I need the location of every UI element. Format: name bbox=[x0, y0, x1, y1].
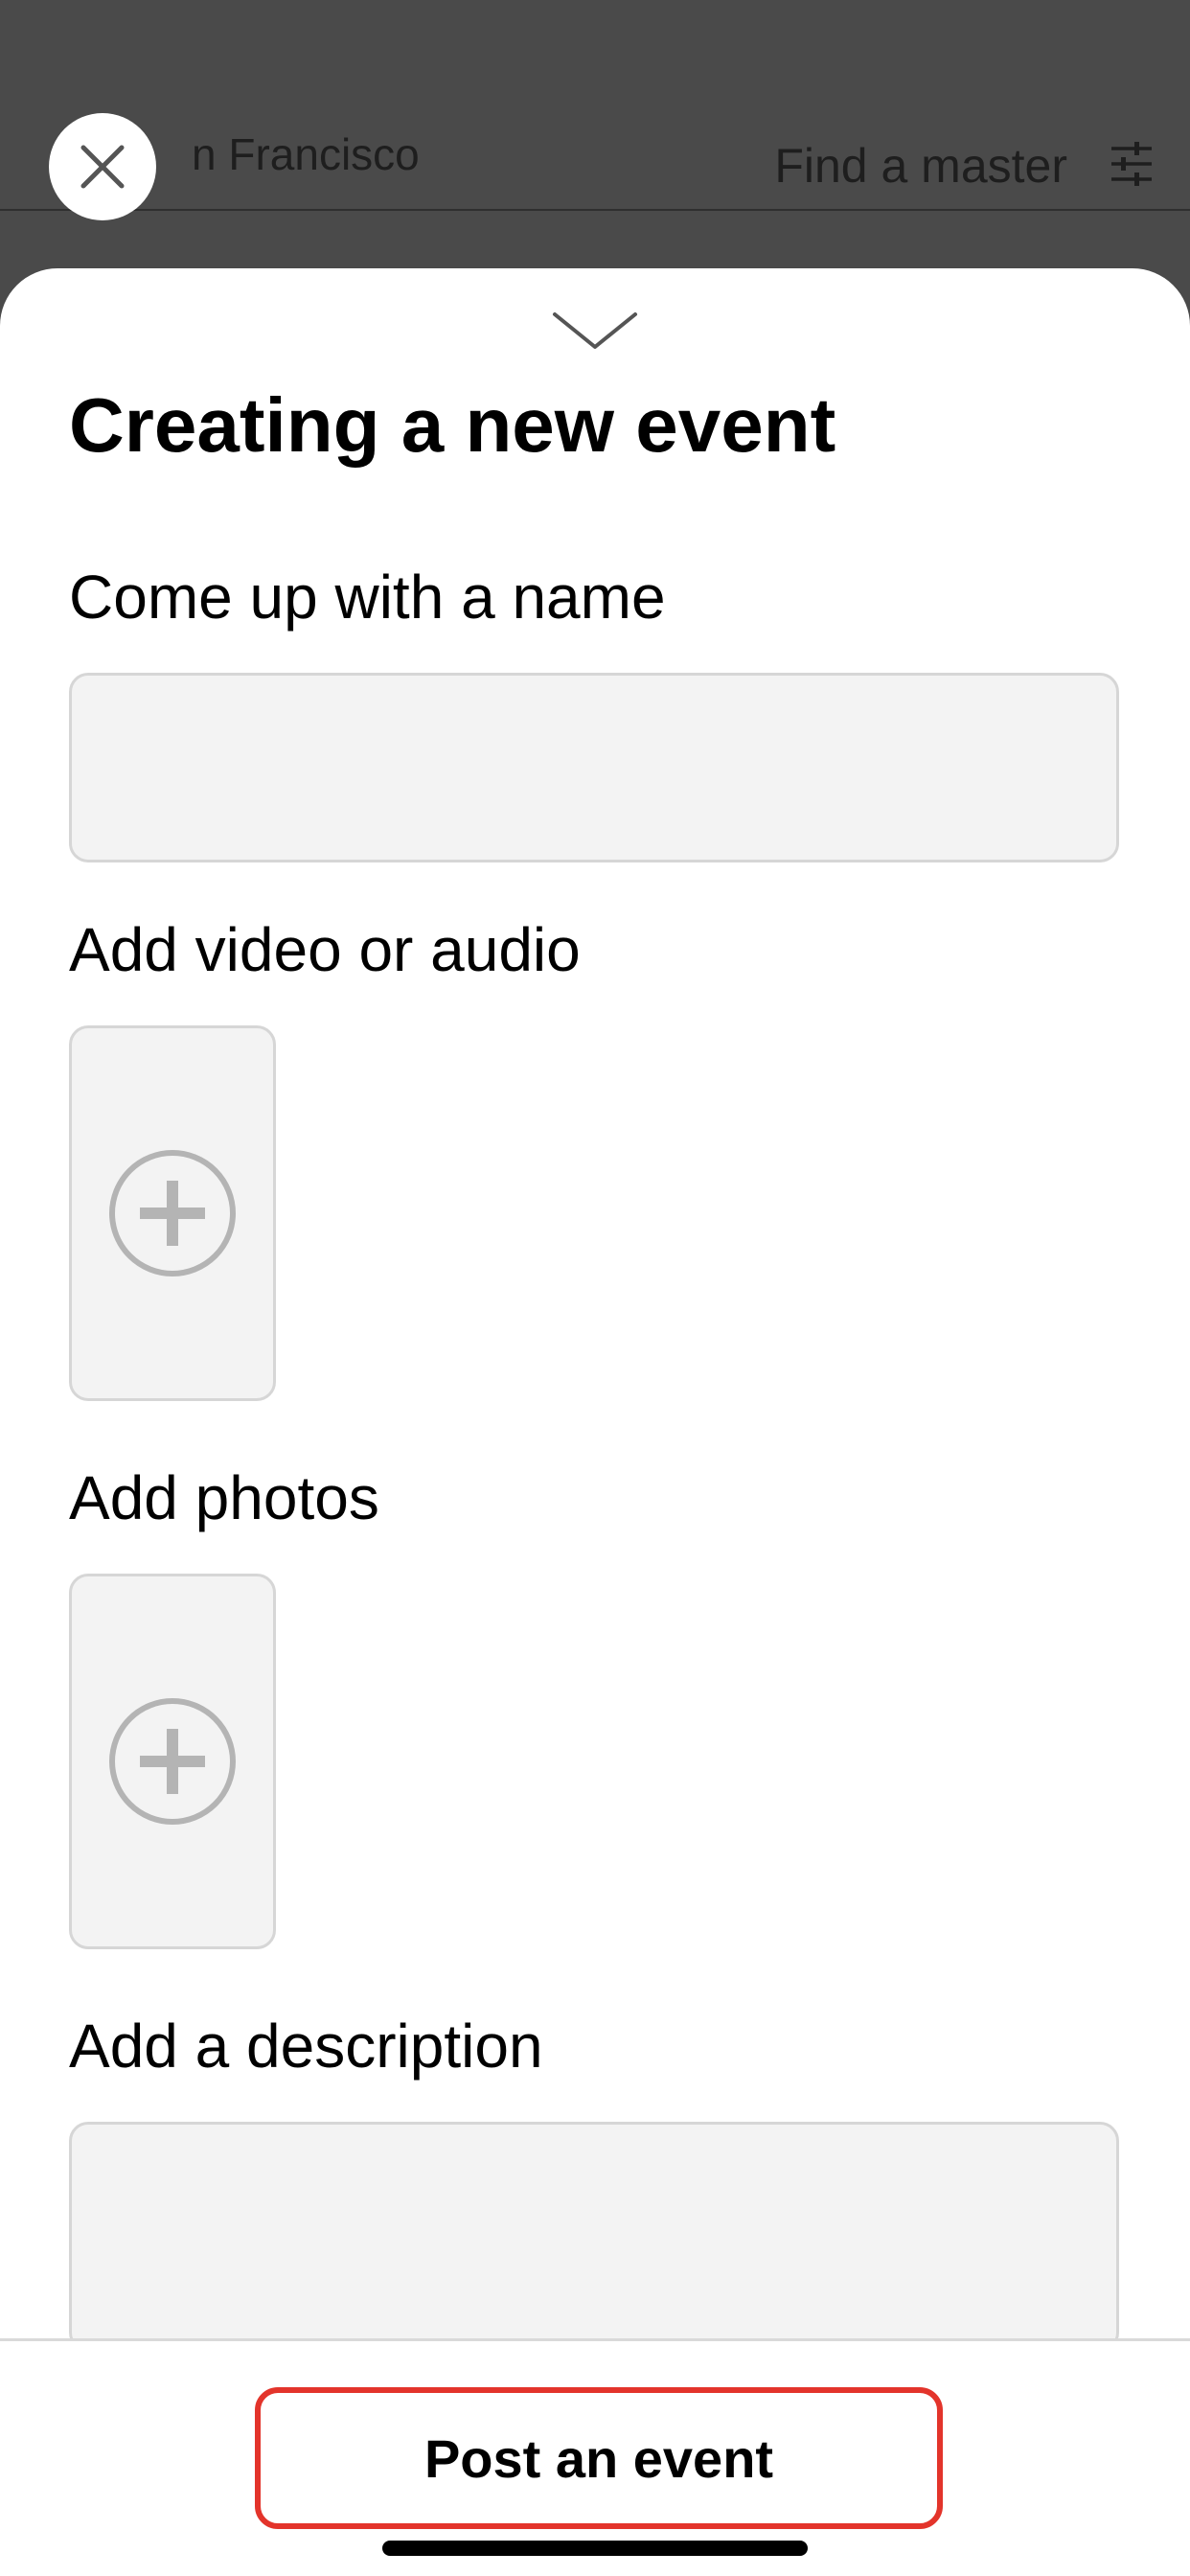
description-label: Add a description bbox=[69, 2012, 543, 2081]
add-media-button[interactable] bbox=[69, 1025, 276, 1401]
home-indicator[interactable] bbox=[382, 2541, 808, 2556]
close-icon bbox=[80, 145, 125, 189]
sliders-icon[interactable] bbox=[1110, 141, 1154, 187]
chevron-down-icon bbox=[553, 312, 637, 349]
add-circle-icon bbox=[109, 1698, 236, 1825]
add-circle-icon bbox=[109, 1150, 236, 1276]
location-label[interactable]: n Francisco bbox=[192, 128, 420, 180]
screen: n Francisco Find a master Creating a new… bbox=[0, 0, 1190, 2576]
name-label: Come up with a name bbox=[69, 563, 666, 632]
post-event-button[interactable]: Post an event bbox=[255, 2387, 943, 2529]
background-header: n Francisco Find a master bbox=[0, 0, 1190, 211]
create-event-sheet: Creating a new event Come up with a name… bbox=[0, 268, 1190, 2576]
description-input[interactable] bbox=[69, 2122, 1119, 2352]
close-button[interactable] bbox=[49, 113, 156, 220]
event-name-input[interactable] bbox=[69, 673, 1119, 862]
bottom-action-bar: Post an event bbox=[0, 2338, 1190, 2576]
sheet-grabber[interactable] bbox=[552, 310, 638, 351]
media-label: Add video or audio bbox=[69, 915, 581, 984]
header-divider bbox=[0, 209, 1190, 211]
add-photos-button[interactable] bbox=[69, 1574, 276, 1949]
find-master-label[interactable]: Find a master bbox=[774, 138, 1067, 194]
page-title: Creating a new event bbox=[69, 382, 836, 468]
photos-label: Add photos bbox=[69, 1463, 379, 1532]
